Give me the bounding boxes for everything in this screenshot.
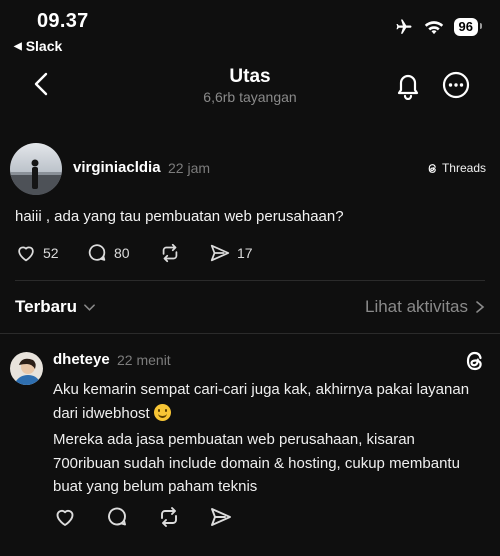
repost-icon	[162, 243, 178, 263]
post-username[interactable]: virginiacldia	[73, 159, 161, 176]
repost-button[interactable]	[159, 242, 181, 264]
share-count: 17	[237, 245, 253, 261]
share-action: 17	[209, 242, 253, 264]
heart-icon[interactable]	[53, 505, 77, 529]
repost-icon[interactable]	[157, 505, 181, 529]
chevron-down-icon	[84, 303, 95, 311]
smile-emoji-icon	[153, 403, 171, 421]
send-icon[interactable]	[209, 505, 233, 529]
wifi-icon	[424, 21, 443, 35]
view-count: 6,6rb tayangan	[203, 89, 297, 105]
post-text: haiii , ada yang tau pembuatan web perus…	[15, 208, 344, 225]
status-icons: 96	[394, 18, 483, 36]
reply-avatar-photo	[10, 352, 43, 385]
reply-paragraph-2: Mereka ada jasa pembuatan web perusahaan…	[53, 431, 460, 495]
more-icon[interactable]	[442, 71, 470, 99]
bell-icon[interactable]	[394, 70, 422, 100]
divider	[0, 333, 500, 334]
sort-label: Terbaru	[15, 297, 78, 316]
status-time: 09.37	[37, 10, 89, 32]
reply-time: 22 menit	[117, 352, 171, 368]
reply-actions	[53, 505, 233, 529]
chevron-right-icon	[476, 301, 485, 313]
like-count: 52	[43, 245, 59, 261]
post-actions: 52	[15, 242, 59, 264]
back-triangle-icon: ◀	[14, 40, 22, 52]
threads-link[interactable]: Threads	[426, 161, 486, 175]
page-title: Utas	[229, 66, 271, 87]
sort-dropdown[interactable]: Terbaru	[15, 297, 96, 317]
back-to-app-link[interactable]: ◀ Slack	[14, 38, 62, 54]
threads-icon[interactable]	[463, 349, 487, 373]
reply-username[interactable]: dheteye	[53, 351, 110, 368]
divider	[15, 280, 485, 281]
battery-icon: 96	[453, 18, 483, 36]
reply-text: Aku kemarin sempat cari-cari juga kak, a…	[53, 378, 473, 499]
reply-paragraph-1: Aku kemarin sempat cari-cari juga kak, a…	[53, 381, 470, 422]
send-icon	[210, 244, 230, 262]
threads-label: Threads	[441, 161, 486, 175]
heart-icon	[18, 246, 34, 262]
back-app-label: Slack	[25, 38, 63, 54]
threads-icon	[428, 163, 436, 173]
comment-action: 80	[86, 242, 130, 264]
comment-count: 80	[114, 245, 130, 261]
like-button[interactable]: 52	[15, 242, 59, 264]
avatar-photo	[10, 143, 62, 195]
view-activity-link[interactable]: Lihat aktivitas	[365, 297, 486, 317]
activity-label: Lihat aktivitas	[365, 297, 468, 316]
comment-icon	[88, 244, 106, 261]
share-button[interactable]: 17	[209, 242, 253, 264]
comment-icon[interactable]	[105, 505, 129, 529]
post-time: 22 jam	[168, 160, 211, 176]
comment-button[interactable]: 80	[86, 242, 130, 264]
avatar[interactable]	[10, 143, 62, 195]
reply-avatar[interactable]	[10, 352, 43, 385]
airplane-icon	[396, 19, 412, 34]
repost-action	[159, 242, 181, 264]
